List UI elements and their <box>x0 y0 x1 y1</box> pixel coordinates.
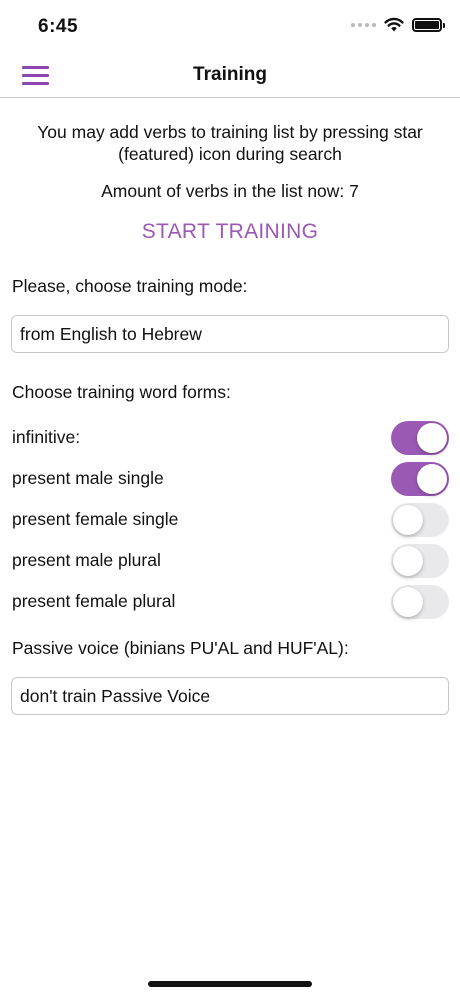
status-icons <box>351 17 445 32</box>
cellular-signal-icon <box>351 22 376 27</box>
form-label-present-male-single: present male single <box>12 468 164 488</box>
navigation-bar: Training <box>0 52 460 98</box>
status-bar: 6:45 <box>0 0 460 52</box>
present-female-single-toggle[interactable] <box>391 503 449 537</box>
training-description: You may add verbs to training list by pr… <box>37 122 423 164</box>
form-label-present-male-plural: present male plural <box>12 550 161 570</box>
home-indicator <box>148 981 312 987</box>
verb-count-text: Amount of verbs in the list now: 7 <box>101 181 359 201</box>
form-label-present-female-single: present female single <box>12 509 179 529</box>
page-title: Training <box>193 64 267 85</box>
passive-voice-label: Passive voice (binians PU'AL and HUF'AL)… <box>12 638 349 658</box>
passive-voice-select[interactable]: don't train Passive Voice <box>11 677 449 715</box>
battery-icon <box>412 17 445 32</box>
present-male-single-toggle[interactable] <box>391 462 449 496</box>
training-mode-select[interactable]: from English to Hebrew <box>11 315 449 353</box>
training-mode-label: Please, choose training mode: <box>12 276 248 296</box>
status-time: 6:45 <box>38 16 79 37</box>
infinitive-toggle[interactable] <box>391 421 449 455</box>
present-female-plural-toggle[interactable] <box>391 585 449 619</box>
start-training-button[interactable]: START TRAINING <box>0 220 460 244</box>
present-male-plural-toggle[interactable] <box>391 544 449 578</box>
form-label-infinitive: infinitive: <box>12 427 81 447</box>
wifi-icon <box>384 17 404 32</box>
word-forms-label: Choose training word forms: <box>12 382 231 402</box>
form-label-present-female-plural: present female plural <box>12 591 176 611</box>
